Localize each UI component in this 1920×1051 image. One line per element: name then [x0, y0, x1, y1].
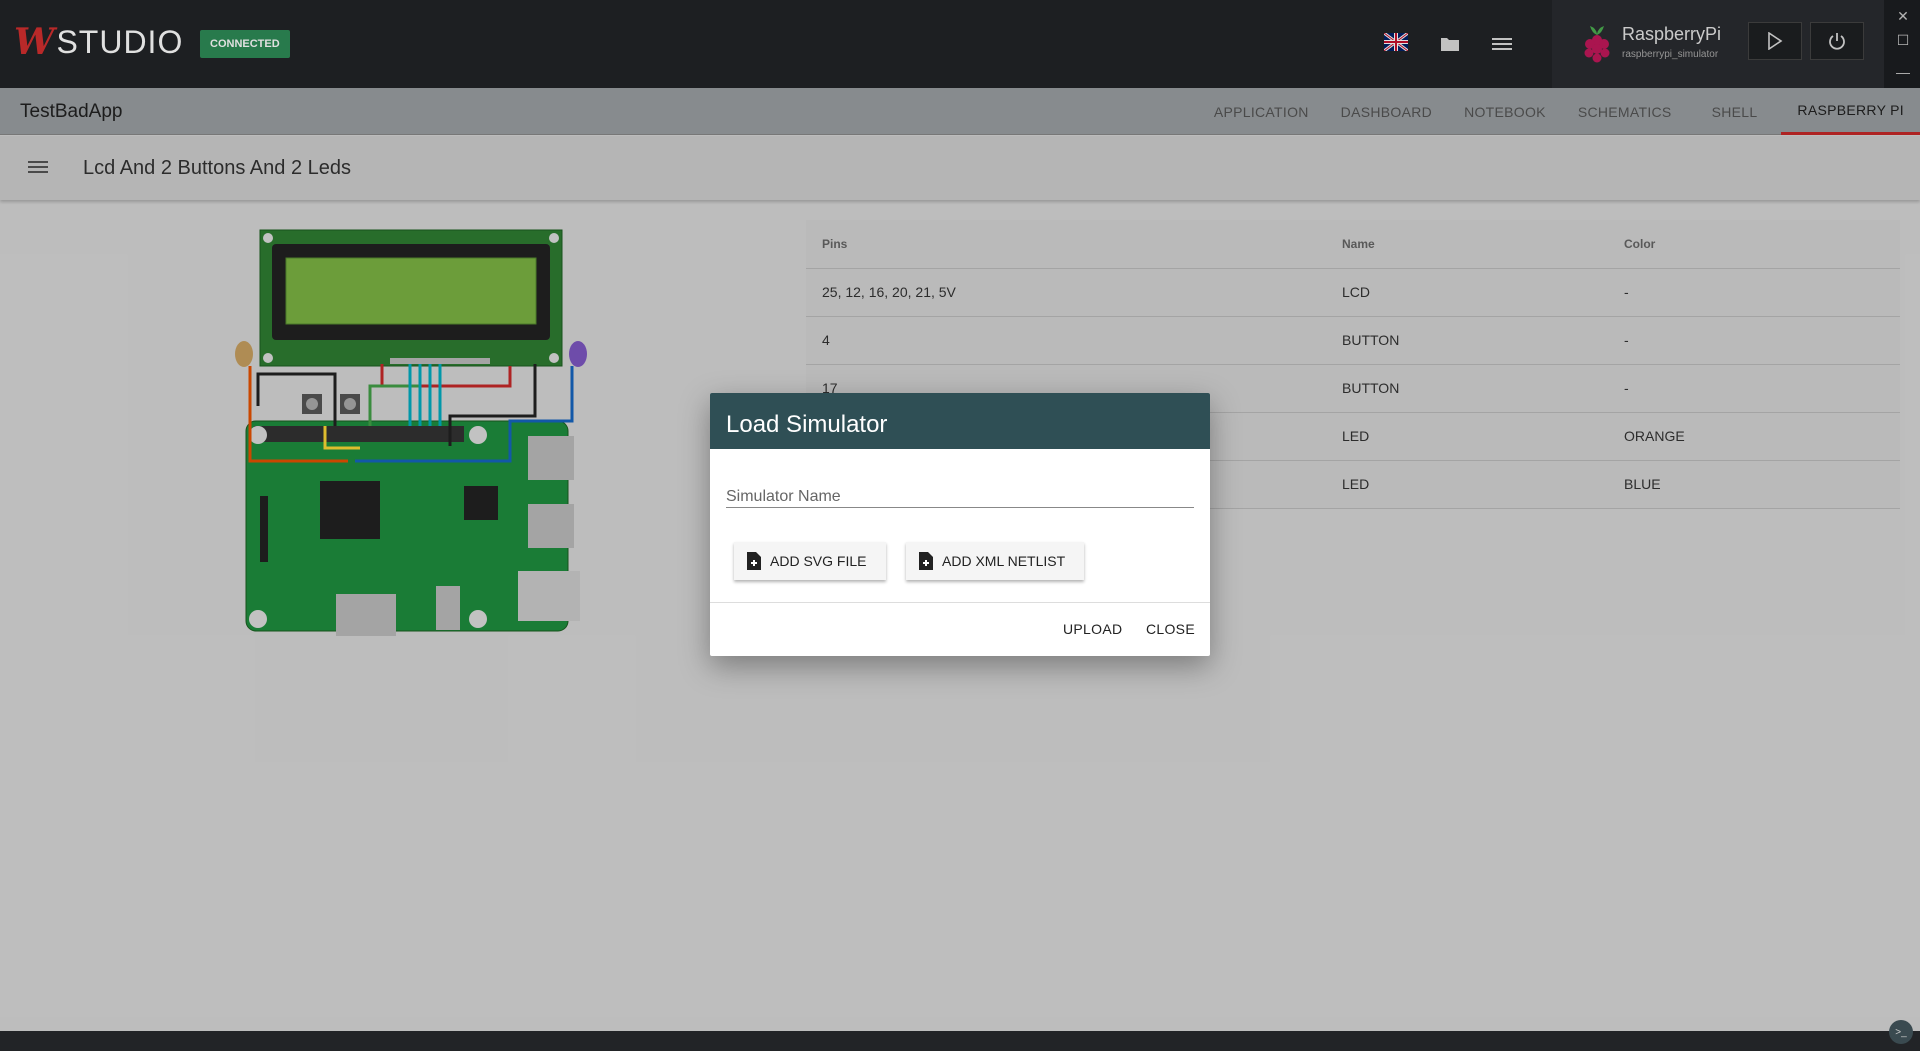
add-xml-netlist-label: ADD XML NETLIST [942, 553, 1066, 569]
add-svg-file-label: ADD SVG FILE [770, 553, 867, 569]
file-add-icon [747, 552, 761, 570]
load-simulator-dialog: Load Simulator ADD SVG FILE ADD XML NETL… [710, 393, 1210, 656]
dialog-divider [710, 602, 1210, 603]
upload-button[interactable]: UPLOAD [1063, 621, 1122, 637]
terminal-icon[interactable]: >_ [1889, 1020, 1913, 1044]
add-svg-file-button[interactable]: ADD SVG FILE [734, 542, 886, 580]
bottom-bar [0, 1031, 1920, 1051]
close-button[interactable]: CLOSE [1146, 621, 1195, 637]
dialog-title: Load Simulator [710, 393, 1210, 449]
simulator-name-input[interactable] [726, 487, 1194, 508]
add-xml-netlist-button[interactable]: ADD XML NETLIST [906, 542, 1084, 580]
file-add-icon [919, 552, 933, 570]
